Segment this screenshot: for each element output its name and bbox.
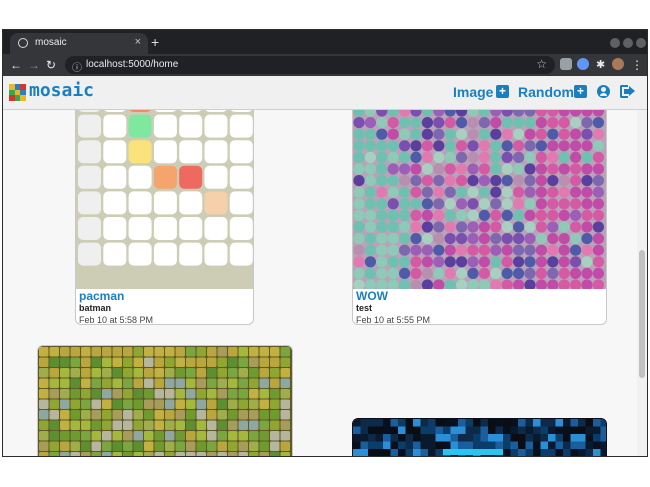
- extension-badge-icon[interactable]: [577, 58, 589, 70]
- user-circle-icon[interactable]: [597, 85, 610, 98]
- card-date: Feb 10 at 5:55 PM: [356, 315, 431, 325]
- sign-out-icon[interactable]: [620, 85, 635, 98]
- browser-window: mosaic × + ← → ↻ ⓘ localhost:5000/home ☆…: [2, 29, 648, 457]
- mosaic-logo-icon[interactable]: [9, 84, 26, 101]
- brand-name[interactable]: mosaic: [29, 80, 94, 101]
- app-header: mosaic Image + Random +: [3, 76, 647, 110]
- back-button[interactable]: ←: [10, 57, 22, 73]
- browser-tab[interactable]: mosaic ×: [10, 33, 148, 54]
- card-title[interactable]: pacman: [79, 289, 153, 303]
- close-window-button[interactable]: [636, 38, 646, 48]
- browser-toolbar: ← → ↻ ⓘ localhost:5000/home ☆ ✱ ⋮: [3, 54, 647, 76]
- mosaic-card[interactable]: pacman batman Feb 10 at 5:58 PM: [75, 110, 254, 325]
- wow-mosaic-image[interactable]: [353, 110, 606, 289]
- app-page: mosaic Image + Random + pacman batman Fe…: [3, 76, 647, 457]
- bookmark-star-icon[interactable]: ☆: [536, 57, 547, 71]
- scrollbar-thumb[interactable]: [639, 250, 645, 378]
- card-title[interactable]: WOW: [356, 289, 430, 303]
- card-author: test: [356, 303, 373, 313]
- tab-title: mosaic: [35, 37, 67, 48]
- new-tab-button[interactable]: +: [151, 33, 159, 51]
- mosaic-card[interactable]: WOW test Feb 10 at 5:55 PM: [352, 110, 607, 325]
- mosaic-card[interactable]: [352, 418, 607, 457]
- minimize-button[interactable]: [610, 38, 620, 48]
- extension-icon[interactable]: [560, 58, 572, 70]
- forward-button[interactable]: →: [28, 57, 40, 73]
- site-info-icon[interactable]: ⓘ: [72, 59, 82, 74]
- profile-avatar-icon[interactable]: [612, 58, 624, 70]
- nav-random-link[interactable]: Random: [518, 84, 574, 100]
- tab-close-icon[interactable]: ×: [135, 36, 141, 48]
- url-text: localhost:5000/home: [86, 59, 179, 70]
- browser-menu-icon[interactable]: ⋮: [631, 57, 643, 73]
- nav-image-link[interactable]: Image: [453, 84, 493, 100]
- reload-button[interactable]: ↻: [46, 57, 56, 73]
- pacman-mosaic-image[interactable]: [76, 110, 253, 289]
- tab-strip: mosaic × +: [3, 30, 647, 54]
- card-author: batman: [79, 303, 112, 313]
- mosaic-feed: pacman batman Feb 10 at 5:58 PM WOW test…: [3, 110, 637, 457]
- card-date: Feb 10 at 5:58 PM: [79, 315, 154, 325]
- green-mosaic-image[interactable]: [38, 346, 292, 457]
- mosaic-card[interactable]: [37, 345, 293, 457]
- globe-icon: [18, 38, 28, 48]
- plus-square-icon[interactable]: +: [574, 85, 587, 98]
- dark-mosaic-image[interactable]: [353, 419, 606, 457]
- extensions-puzzle-icon[interactable]: ✱: [596, 57, 605, 73]
- plus-square-icon[interactable]: +: [496, 85, 509, 98]
- address-bar[interactable]: ⓘ localhost:5000/home ☆: [65, 56, 555, 74]
- page-scrollbar[interactable]: [637, 110, 647, 456]
- maximize-button[interactable]: [623, 38, 633, 48]
